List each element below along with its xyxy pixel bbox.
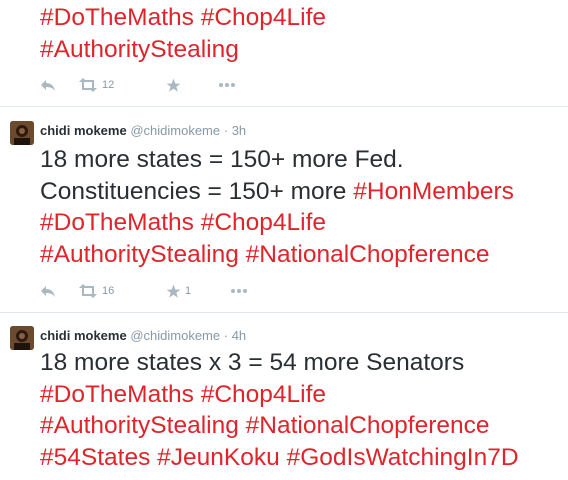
- hashtag-link[interactable]: #NationalChopference: [246, 241, 490, 268]
- tweet-text-line: #AuthorityStealing #NationalChopference: [40, 239, 514, 271]
- reply-button[interactable]: [40, 282, 56, 300]
- time-separator: ·: [223, 123, 229, 138]
- hashtag-link[interactable]: #DoTheMaths: [40, 381, 194, 408]
- tweet-timestamp[interactable]: 3h: [232, 123, 246, 138]
- tweet-text-segment: 18 more states = 150+ more Fed.: [40, 146, 404, 173]
- hashtag-link[interactable]: #DoTheMaths: [40, 209, 194, 236]
- tweet-text-line: #AuthorityStealing #NationalChopference: [40, 410, 519, 442]
- tweet-header: chidi mokeme @chidimokeme · 3h: [40, 123, 246, 139]
- author-name[interactable]: chidi mokeme: [40, 123, 127, 138]
- reply-icon: [41, 80, 55, 91]
- tweet-text-line: #DoTheMaths #Chop4Life: [40, 207, 514, 239]
- avatar[interactable]: [10, 121, 34, 145]
- tweet-text-segment: 18 more states x 3 = 54 more Senators: [40, 349, 465, 376]
- favorite-button[interactable]: [166, 76, 181, 94]
- hashtag-link[interactable]: #AuthorityStealing: [40, 241, 239, 268]
- retweet-icon: [79, 78, 97, 92]
- tweet-text-segment: [194, 4, 201, 31]
- more-icon: [219, 83, 235, 87]
- star-icon: [166, 284, 181, 298]
- hashtag-link[interactable]: #AuthorityStealing: [40, 412, 239, 439]
- retweet-count: 12: [102, 79, 115, 91]
- hashtag-link[interactable]: #Chop4Life: [201, 209, 326, 236]
- favorite-button[interactable]: 1: [166, 282, 191, 300]
- author-name[interactable]: chidi mokeme: [40, 328, 127, 343]
- more-button[interactable]: [218, 76, 236, 94]
- hashtag-link[interactable]: #AuthorityStealing: [40, 36, 239, 63]
- tweet-text-segment: [194, 209, 201, 236]
- author-handle[interactable]: @chidimokeme: [130, 123, 220, 138]
- retweet-count: 16: [102, 285, 115, 297]
- hashtag-link[interactable]: #Chop4Life: [201, 4, 326, 31]
- avatar[interactable]: [10, 326, 34, 350]
- tweet-text: #DoTheMaths #Chop4Life #AuthorityStealing: [40, 2, 326, 65]
- author-handle[interactable]: @chidimokeme: [130, 328, 220, 343]
- tweet-header: chidi mokeme @chidimokeme · 4h: [40, 328, 246, 344]
- tweet-text: 18 more states = 150+ more Fed. Constitue…: [40, 144, 514, 270]
- tweet[interactable]: #DoTheMaths #Chop4Life #AuthorityStealing…: [0, 0, 568, 106]
- tweet-text-line: 18 more states = 150+ more Fed.: [40, 144, 514, 176]
- tweet-text-line: #DoTheMaths #Chop4Life: [40, 2, 326, 34]
- reply-icon: [41, 286, 55, 297]
- reply-button[interactable]: [40, 76, 56, 94]
- hashtag-link[interactable]: #DoTheMaths: [40, 4, 194, 31]
- hashtag-link[interactable]: #JeunKoku: [157, 444, 280, 471]
- hashtag-link[interactable]: #54States: [40, 444, 150, 471]
- tweet-text-line: #54States #JeunKoku #GodIsWatchingIn7D: [40, 442, 519, 474]
- tweet-text-segment: [239, 412, 246, 439]
- time-separator: ·: [223, 328, 229, 343]
- tweet-timestamp[interactable]: 4h: [232, 328, 246, 343]
- tweet-text-line: 18 more states x 3 = 54 more Senators: [40, 347, 519, 379]
- star-icon: [166, 78, 181, 92]
- tweet-text-line: #DoTheMaths #Chop4Life: [40, 379, 519, 411]
- tweet-text-segment: [280, 444, 287, 471]
- more-button[interactable]: [230, 282, 248, 300]
- hashtag-link[interactable]: #HonMembers: [353, 178, 514, 205]
- retweet-button[interactable]: 16: [78, 282, 114, 300]
- tweet-text-line: #AuthorityStealing: [40, 34, 326, 66]
- tweet-text: 18 more states x 3 = 54 more Senators #Do…: [40, 347, 519, 473]
- tweet-text-segment: [194, 381, 201, 408]
- tweet-text-segment: Constituencies = 150+ more: [40, 177, 354, 205]
- favorite-count: 1: [185, 285, 192, 297]
- tweet-text-segment: [239, 241, 246, 268]
- hashtag-link[interactable]: #Chop4Life: [201, 381, 326, 408]
- tweet[interactable]: chidi mokeme @chidimokeme · 4h 18 more s…: [0, 313, 568, 480]
- retweet-button[interactable]: 12: [78, 76, 114, 94]
- more-icon: [231, 289, 247, 293]
- hashtag-link[interactable]: #GodIsWatchingIn7D: [287, 444, 519, 471]
- tweet-text-line: Constituencies = 150+ more #HonMembers: [40, 176, 514, 208]
- hashtag-link[interactable]: #NationalChopference: [246, 412, 490, 439]
- retweet-icon: [79, 284, 97, 298]
- tweet[interactable]: chidi mokeme @chidimokeme · 3h 18 more s…: [0, 107, 568, 312]
